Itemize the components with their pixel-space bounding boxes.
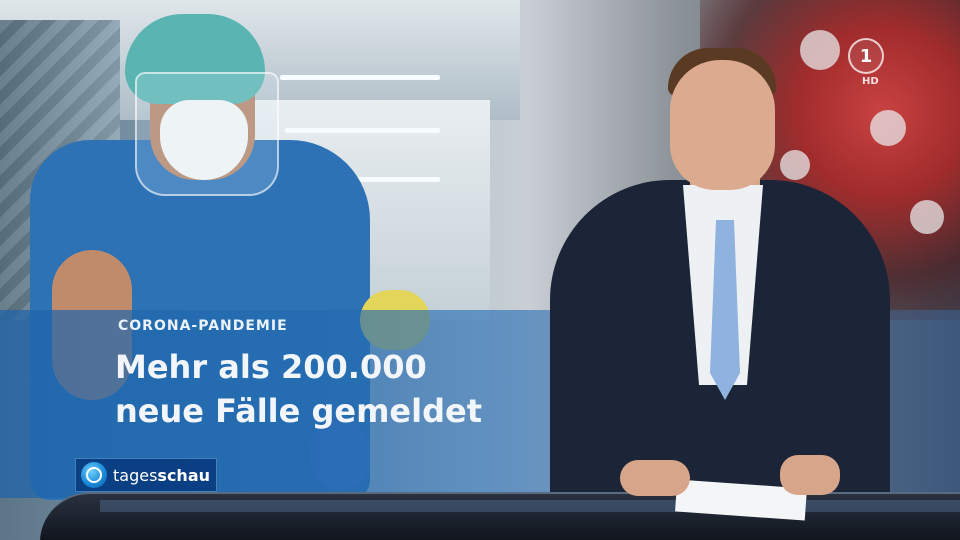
tagesschau-wordmark: tagesschau (113, 466, 210, 485)
wordmark-prefix: tages (113, 465, 158, 485)
news-broadcast-frame: CORONA-PANDEMIE Mehr als 200.000 neue Fä… (0, 0, 960, 540)
ceiling-light (285, 128, 440, 133)
virus-spike (870, 110, 906, 146)
desk-reflection (100, 500, 960, 512)
virus-spike (800, 30, 840, 70)
headline-line-1: Mehr als 200.000 (115, 348, 427, 386)
globe-icon (81, 462, 107, 488)
anchor-hand (620, 460, 690, 496)
wordmark-suffix: schau (157, 465, 211, 485)
virus-spike (910, 200, 944, 234)
anchor-head (670, 60, 775, 190)
das-erste-logo-icon: 1 (848, 38, 884, 74)
headline-line-2: neue Fälle gemeldet (115, 392, 482, 430)
topic-kicker: CORONA-PANDEMIE (118, 318, 288, 334)
virus-spike (780, 150, 810, 180)
face-shield (135, 72, 279, 196)
hd-label: HD (862, 76, 879, 87)
anchor-hand (780, 455, 840, 495)
tagesschau-logo: tagesschau (76, 459, 216, 491)
ceiling-light (280, 75, 440, 80)
headline: Mehr als 200.000 neue Fälle gemeldet (115, 345, 545, 433)
channel-bug: 1 HD (848, 38, 888, 87)
